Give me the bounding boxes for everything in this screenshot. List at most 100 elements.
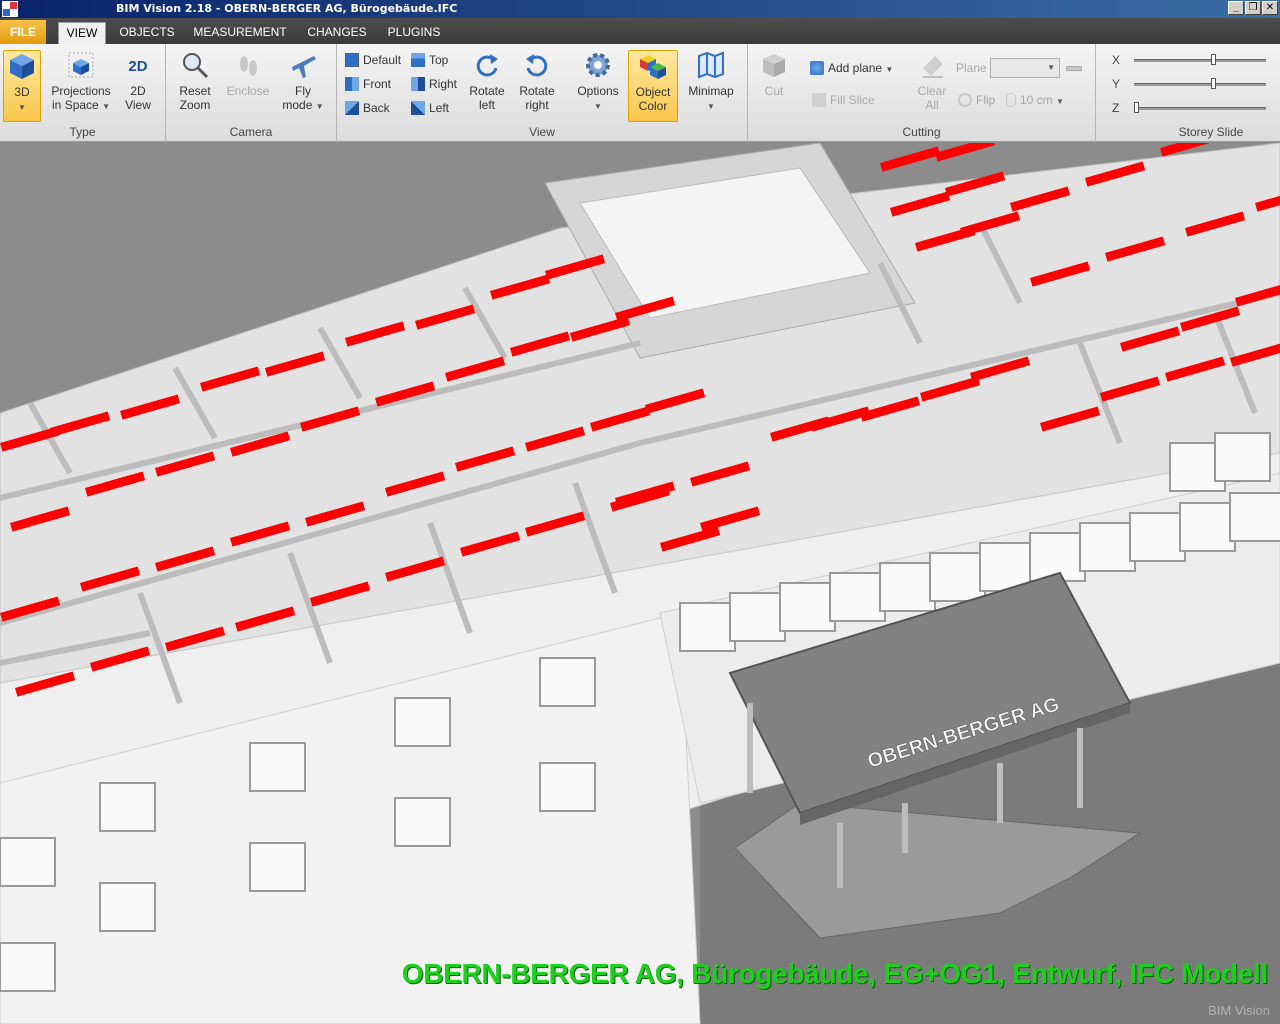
plus-icon (810, 61, 824, 75)
x-slider-thumb[interactable] (1210, 54, 1216, 65)
window-opening (929, 552, 986, 602)
default-view-button[interactable]: Default (345, 50, 401, 70)
projection-cube-icon (68, 52, 94, 78)
storey-slide-label: Storey Slide (1178, 125, 1244, 139)
y-slider[interactable] (1134, 83, 1266, 86)
z-slider-label: Z (1112, 101, 1120, 115)
window-opening (99, 782, 156, 832)
y-slider-thumb[interactable] (1210, 78, 1216, 89)
view-group-label: View (529, 125, 555, 139)
flip-label: Flip (976, 93, 996, 107)
minimize-button[interactable]: _ (1228, 1, 1244, 15)
window-opening (1079, 522, 1136, 572)
z-slider-thumb[interactable] (1134, 102, 1139, 113)
right-view-icon (411, 77, 425, 91)
tab-plugins[interactable]: PLUGINS (382, 22, 446, 44)
window-opening (729, 592, 786, 642)
front-view-icon (345, 77, 359, 91)
enclose-button[interactable]: Enclose (224, 50, 272, 120)
cutting-group: Cut Add plane ▼ Fill Slice Clear All Pla… (748, 44, 1096, 142)
tab-view[interactable]: VIEW (58, 22, 106, 44)
window-opening (539, 657, 596, 707)
highlighted-element[interactable] (880, 146, 941, 172)
left-label: Left (429, 101, 450, 115)
add-plane-button[interactable]: Add plane ▼ (810, 58, 893, 78)
cut-cube-icon (763, 54, 785, 77)
watermark: BIM Vision (1208, 1003, 1270, 1018)
top-view-button[interactable]: Top (411, 50, 448, 70)
3d-label: 3D (14, 85, 30, 99)
close-button[interactable]: ✕ (1262, 1, 1278, 15)
clear-label-2: All (925, 98, 939, 112)
highlighted-element[interactable] (935, 143, 996, 162)
window-opening (394, 697, 451, 747)
offset-label: 10 cm (1020, 93, 1053, 107)
cutting-group-label: Cutting (902, 125, 941, 139)
tab-objects[interactable]: OBJECTS (114, 22, 180, 44)
dropdown-arrow-icon: ▼ (315, 102, 324, 111)
cut-button[interactable]: Cut (754, 50, 794, 120)
dropdown-arrow-icon: ▼ (18, 103, 26, 112)
plane-select[interactable]: ▼ (990, 58, 1060, 78)
airplane-icon (292, 56, 316, 78)
left-view-button[interactable]: Left (411, 98, 449, 118)
window-opening (539, 762, 596, 812)
tab-file[interactable]: FILE (0, 20, 46, 44)
reset-label: Reset (179, 84, 211, 98)
projections-in-space-button[interactable]: Projections in Space ▼ (46, 50, 116, 120)
view-group: Default Top Front Right Back Left Rotate… (337, 44, 748, 142)
plane-toggle[interactable] (1066, 66, 1082, 71)
2d-view-button[interactable]: 2D 2D View (118, 50, 158, 120)
tab-measurement[interactable]: MEASUREMENT (190, 22, 290, 44)
flip-button[interactable]: Flip (958, 90, 995, 110)
minimap-label: Minimap (688, 84, 734, 98)
maximize-button[interactable]: ❐ (1245, 1, 1261, 15)
options-button[interactable]: Options ▼ (573, 50, 623, 120)
x-slider-label: X (1112, 53, 1121, 67)
add-plane-label: Add plane (828, 61, 883, 75)
window-opening (1179, 502, 1236, 552)
dropdown-arrow-icon: ▼ (885, 65, 894, 74)
cube-3d-icon (10, 54, 34, 79)
front-view-button[interactable]: Front (345, 74, 391, 94)
top-view-icon (411, 53, 425, 67)
reset-zoom-button[interactable]: Reset Zoom (172, 50, 218, 120)
projections-label: Projections (51, 84, 111, 98)
window-opening (879, 562, 936, 612)
camera-group-label: Camera (229, 125, 273, 139)
rotate-right-icon (526, 54, 548, 77)
3d-viewport[interactable]: OBERN-BERGER AG OBERN-BERGER AG, Bürogeb… (0, 143, 1280, 1024)
2d-label-2: View (125, 98, 151, 112)
rotate-left-label: Rotate (469, 84, 505, 98)
clear-all-button[interactable]: Clear All (910, 50, 954, 120)
rotate-left-label-2: left (478, 98, 495, 112)
window-title: BIM Vision 2.18 - OBERN-BERGER AG, Bürog… (116, 2, 458, 15)
map-icon (698, 51, 724, 79)
3d-view-button[interactable]: 3D ▼ (3, 50, 41, 122)
footprints-icon (240, 56, 257, 76)
right-view-button[interactable]: Right (411, 74, 457, 94)
plane-label: Plane (956, 61, 987, 75)
fly-label: Fly (295, 84, 311, 98)
fill-slice-button[interactable]: Fill Slice (812, 90, 875, 110)
projections-label-2: in Space (52, 98, 99, 112)
tab-changes[interactable]: CHANGES (300, 22, 374, 44)
object-color-button[interactable]: Object Color (628, 50, 678, 122)
fly-label-2: mode (282, 98, 313, 112)
x-slider[interactable] (1134, 59, 1266, 62)
offset-select[interactable]: 10 cm ▼ (1006, 90, 1064, 110)
window-opening (249, 842, 306, 892)
title-bar: BIM Vision 2.18 - OBERN-BERGER AG, Bürog… (0, 0, 1280, 18)
fly-mode-button[interactable]: Fly mode ▼ (278, 50, 328, 120)
rotate-left-button[interactable]: Rotate left (465, 50, 509, 120)
minimap-button[interactable]: Minimap ▼ (683, 50, 739, 120)
fill-slice-label: Fill Slice (830, 93, 875, 107)
rotate-right-button[interactable]: Rotate right (513, 50, 561, 120)
z-slider[interactable] (1134, 107, 1266, 110)
window-opening (1214, 432, 1271, 482)
back-view-button[interactable]: Back (345, 98, 390, 118)
flip-icon (958, 93, 972, 107)
window-opening (0, 942, 56, 992)
svg-text:2D: 2D (128, 58, 147, 75)
2d-label: 2D (130, 84, 146, 98)
